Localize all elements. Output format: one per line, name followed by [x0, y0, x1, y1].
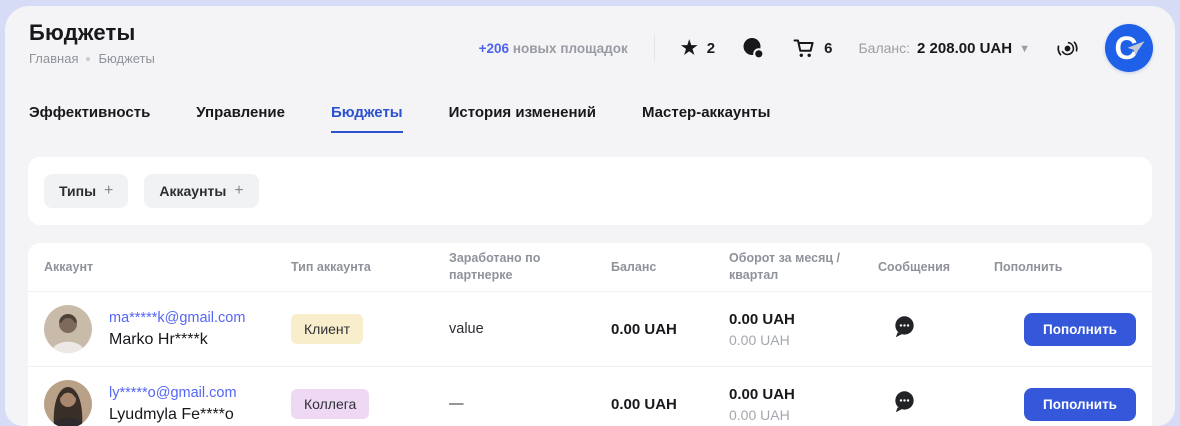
tab-management[interactable]: Управление: [196, 104, 285, 133]
broadcast-icon: [1054, 34, 1082, 62]
filter-accounts-chip[interactable]: Аккаунты +: [144, 174, 258, 208]
tab-budgets[interactable]: Бюджеты: [331, 104, 403, 133]
app-logo[interactable]: C: [1105, 24, 1153, 72]
topup-button[interactable]: Пополнить: [1024, 313, 1136, 346]
cart-icon: [791, 36, 815, 60]
accounts-table: Аккаунт Тип аккаунта Заработано по партн…: [28, 243, 1152, 426]
col-earned: Заработано по партнерке: [449, 250, 611, 284]
cart-count: 6: [824, 40, 832, 57]
new-platforms-count: +206: [479, 41, 509, 56]
page-header: Бюджеты Главная Бюджеты +206 новых площа…: [5, 6, 1175, 76]
filter-types-label: Типы: [59, 183, 96, 199]
balance-dropdown[interactable]: Баланс: 2 208.00 UAH ▼: [858, 40, 1030, 57]
avatar: [44, 380, 92, 426]
tab-history[interactable]: История изменений: [449, 104, 596, 133]
col-messages: Сообщения: [878, 259, 994, 276]
filters-panel: Типы + Аккаунты +: [28, 157, 1152, 225]
col-balance: Баланс: [611, 259, 729, 276]
topup-button[interactable]: Пополнить: [1024, 388, 1136, 421]
earned-value: —: [449, 396, 611, 412]
tab-bar: Эффективность Управление Бюджеты История…: [5, 104, 1175, 133]
turnover-quarter: 0.00 UAH: [729, 407, 878, 423]
account-email[interactable]: ly*****o@gmail.com: [109, 385, 237, 401]
cart-counter[interactable]: 6: [791, 36, 832, 60]
breadcrumb-current: Бюджеты: [98, 51, 154, 66]
new-platforms-link[interactable]: +206 новых площадок: [479, 41, 628, 56]
tab-effectiveness[interactable]: Эффективность: [29, 104, 150, 133]
table-header-row: Аккаунт Тип аккаунта Заработано по партн…: [28, 243, 1152, 291]
balance-cell: 0.00 UAH: [611, 321, 729, 338]
earned-value: value: [449, 321, 611, 337]
plus-icon: +: [234, 183, 243, 199]
message-bubble-icon: [892, 389, 917, 414]
message-button[interactable]: [892, 389, 917, 414]
page-title: Бюджеты: [29, 20, 359, 46]
table-row: ma*****k@gmail.com Marko Hr****k Клиент …: [28, 291, 1152, 366]
tab-master-accounts[interactable]: Мастер-аккаунты: [642, 104, 770, 133]
account-type-badge: Клиент: [291, 314, 363, 344]
message-button[interactable]: [892, 314, 917, 339]
turnover-month: 0.00 UAH: [729, 311, 878, 328]
account-email[interactable]: ma*****k@gmail.com: [109, 310, 245, 326]
message-bubble-icon: [892, 314, 917, 339]
col-account-type: Тип аккаунта: [291, 259, 449, 276]
col-account: Аккаунт: [44, 259, 291, 276]
account-cell: ly*****o@gmail.com Lyudmyla Fe****o: [44, 380, 291, 426]
turnover-quarter: 0.00 UAH: [729, 332, 878, 348]
star-icon: ★: [681, 39, 698, 58]
turnover-month: 0.00 UAH: [729, 386, 878, 403]
chat-icon: [741, 36, 765, 60]
header-actions: +206 новых площадок ★ 2 6: [359, 20, 1153, 76]
breadcrumb: Главная Бюджеты: [29, 51, 359, 66]
table-row: ly*****o@gmail.com Lyudmyla Fe****o Колл…: [28, 366, 1152, 426]
new-platforms-label: новых площадок: [513, 41, 628, 56]
account-name: Lyudmyla Fe****o: [109, 406, 237, 424]
breadcrumb-home[interactable]: Главная: [29, 51, 78, 66]
account-cell: ma*****k@gmail.com Marko Hr****k: [44, 305, 291, 353]
col-turnover: Оборот за месяц / квартал: [729, 250, 878, 284]
header-divider: [654, 35, 655, 61]
plus-icon: +: [104, 183, 113, 199]
balance-cell: 0.00 UAH: [611, 396, 729, 413]
account-name: Marko Hr****k: [109, 331, 245, 349]
avatar: [44, 305, 92, 353]
title-block: Бюджеты Главная Бюджеты: [29, 20, 359, 66]
balance-value: 2 208.00 UAH: [917, 40, 1012, 57]
chat-button[interactable]: [741, 36, 765, 60]
filter-accounts-label: Аккаунты: [159, 183, 226, 199]
balance-label: Баланс:: [858, 40, 910, 56]
breadcrumb-separator: [86, 57, 90, 61]
app-window: Бюджеты Главная Бюджеты +206 новых площа…: [5, 6, 1175, 426]
col-topup: Пополнить: [994, 259, 1136, 276]
filter-types-chip[interactable]: Типы +: [44, 174, 128, 208]
broadcast-button[interactable]: [1056, 37, 1079, 60]
paper-plane-icon: [1126, 40, 1146, 57]
favorites-count: 2: [707, 40, 715, 57]
account-type-badge: Коллега: [291, 389, 369, 419]
chevron-down-icon: ▼: [1019, 43, 1030, 55]
favorites-counter[interactable]: ★ 2: [681, 39, 715, 58]
